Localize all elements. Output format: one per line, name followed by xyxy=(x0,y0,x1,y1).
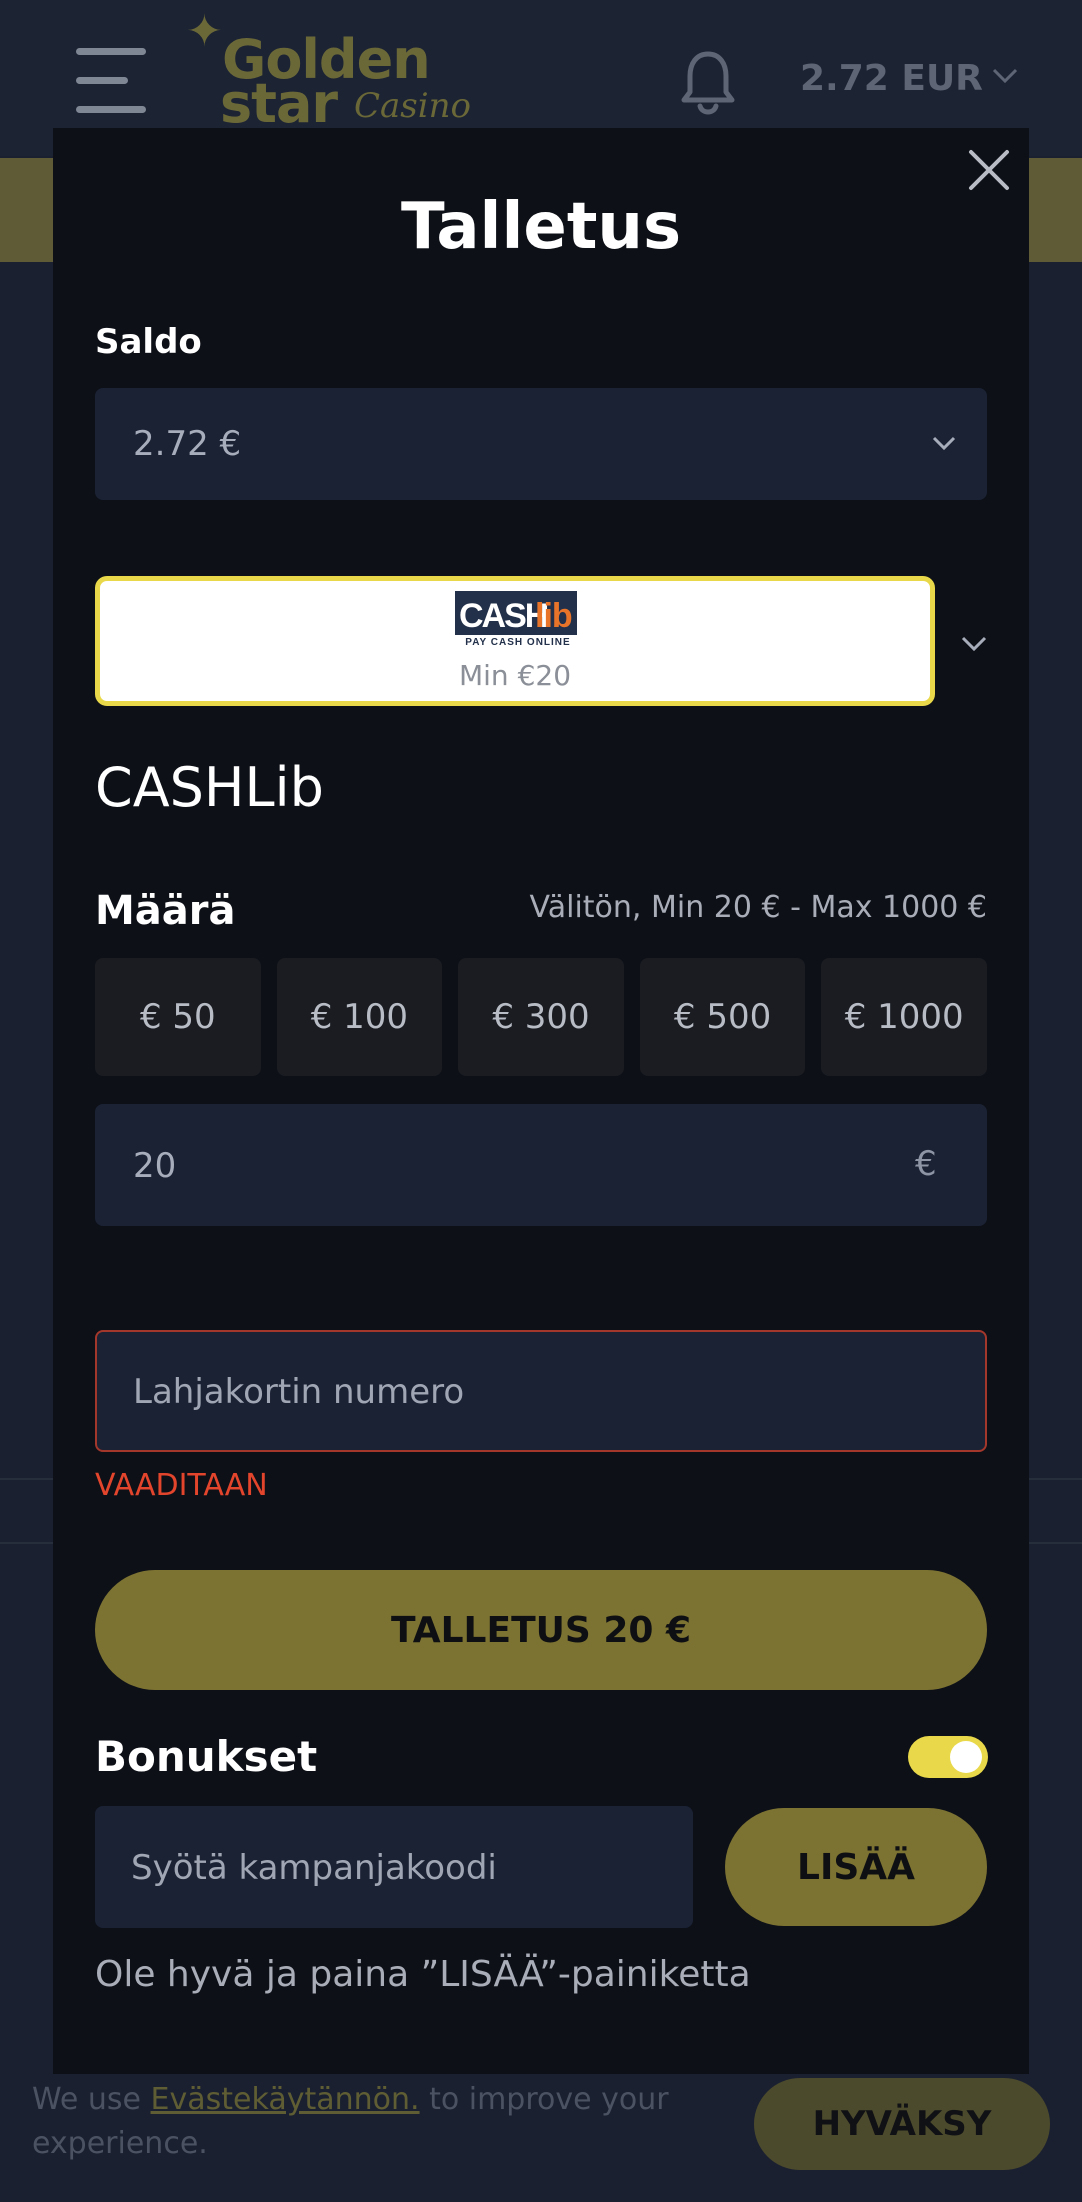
saldo-select[interactable]: 2.72 € xyxy=(95,388,987,500)
promo-code-input[interactable]: Syötä kampanjakoodi xyxy=(95,1806,693,1928)
bonus-label: Bonukset xyxy=(95,1732,318,1781)
amount-input[interactable]: 20 € xyxy=(95,1104,987,1226)
payment-method-card[interactable]: CASH lib PAY CASH ONLINE Min €20 xyxy=(95,576,935,706)
brand-logo[interactable]: ✦ Golden star Casino xyxy=(186,6,471,136)
saldo-label: Saldo xyxy=(95,322,202,362)
required-error: VAADITAAN xyxy=(95,1468,268,1503)
menu-icon[interactable] xyxy=(76,48,146,114)
promo-placeholder: Syötä kampanjakoodi xyxy=(131,1848,497,1888)
method-name: CASHLib xyxy=(95,756,324,819)
star-icon: ✦ xyxy=(186,6,223,57)
deposit-modal: Talletus Saldo 2.72 € CASH lib PAY CASH … xyxy=(53,128,1029,2074)
preset-button[interactable]: € 500 xyxy=(639,958,806,1076)
chevron-down-icon[interactable] xyxy=(990,60,1020,90)
close-icon[interactable] xyxy=(965,146,1013,194)
logo-word-casino: Casino xyxy=(354,86,471,126)
bell-icon[interactable] xyxy=(680,48,736,118)
promo-help-text: Ole hyvä ja paina ”LISÄÄ”-painiketta xyxy=(95,1954,751,1995)
cookie-policy-link[interactable]: Evästekäytännön. xyxy=(151,2082,420,2117)
cashlib-logo: CASH lib PAY CASH ONLINE xyxy=(455,591,577,649)
header-balance[interactable]: 2.72 EUR xyxy=(800,58,983,99)
amount-value: 20 xyxy=(133,1146,177,1186)
method-min-text: Min €20 xyxy=(458,659,572,692)
cookie-notice: We use Evästekäytännön. to improve your … xyxy=(32,2082,669,2161)
modal-title: Talletus xyxy=(400,190,682,264)
add-promo-button[interactable]: LISÄÄ xyxy=(725,1808,987,1926)
chevron-down-icon[interactable] xyxy=(957,626,991,660)
preset-button[interactable]: € 50 xyxy=(95,958,261,1076)
amount-label: Määrä xyxy=(95,888,236,934)
amount-presets: € 50 € 100 € 300 € 500 € 1000 xyxy=(95,958,987,1076)
gift-card-placeholder: Lahjakortin numero xyxy=(133,1372,465,1412)
preset-button[interactable]: € 300 xyxy=(458,958,624,1076)
logo-word-star: star xyxy=(220,72,338,135)
currency-symbol: € xyxy=(915,1144,937,1184)
chevron-down-icon xyxy=(932,436,956,451)
bonus-toggle[interactable] xyxy=(908,1736,988,1778)
saldo-value: 2.72 € xyxy=(133,424,242,464)
preset-button[interactable]: € 1000 xyxy=(821,958,987,1076)
deposit-button[interactable]: TALLETUS 20 € xyxy=(95,1570,987,1690)
accept-cookies-button[interactable]: HYVÄKSY xyxy=(754,2078,1050,2170)
preset-button[interactable]: € 100 xyxy=(276,958,443,1076)
amount-hint: Välitön, Min 20 € - Max 1000 € xyxy=(529,890,987,925)
gift-card-input[interactable]: Lahjakortin numero xyxy=(95,1330,987,1452)
